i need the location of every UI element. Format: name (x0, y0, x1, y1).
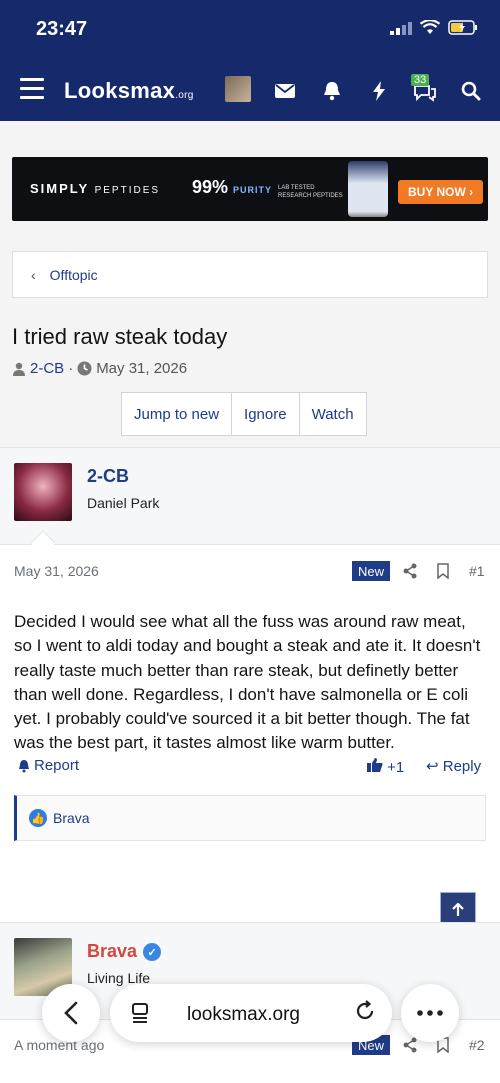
envelope-icon[interactable] (273, 79, 297, 103)
menu-icon[interactable] (20, 78, 44, 100)
reactions-bar[interactable]: 👍 Brava (14, 795, 486, 841)
search-icon[interactable] (459, 79, 483, 103)
like-reaction-icon: 👍 (29, 809, 47, 827)
more-dots-icon (417, 1010, 443, 1016)
jump-to-new-button[interactable]: Jump to new (122, 393, 233, 435)
alerts-badge: 33 (411, 74, 430, 86)
like-count: +1 (387, 759, 405, 776)
post-username[interactable]: Brava ✓ (87, 941, 162, 962)
thread-action-buttons: Jump to new Ignore Watch (121, 392, 367, 436)
meta-separator: · (68, 360, 74, 377)
post-1: 2-CB Daniel Park May 31, 2026 New #1 Dec… (0, 447, 500, 922)
report-label: Report (34, 757, 80, 774)
buy-now-button[interactable]: BUY NOW › (398, 180, 484, 204)
thread-date: May 31, 2026 (96, 360, 188, 377)
post-user-title: Daniel Park (87, 495, 160, 511)
new-badge: New (352, 561, 391, 581)
like-button[interactable]: +1 (367, 757, 404, 776)
reply-arrow-icon: ↩ (426, 758, 439, 775)
more-options-button[interactable] (401, 984, 459, 1042)
reply-button[interactable]: ↩ Reply (426, 757, 481, 775)
signal-icon (390, 21, 412, 35)
chevron-left-icon: ‹ (31, 266, 36, 283)
reload-icon[interactable] (354, 1000, 376, 1022)
breadcrumb[interactable]: ‹ Offtopic (12, 251, 488, 298)
watch-button[interactable]: Watch (300, 393, 366, 435)
thread-author[interactable]: 2-CB (30, 360, 64, 377)
report-button[interactable]: Report (18, 757, 79, 774)
url-text[interactable]: looksmax.org (187, 1004, 300, 1026)
ignore-button[interactable]: Ignore (232, 393, 300, 435)
bell-icon (19, 759, 29, 772)
post-date[interactable]: May 31, 2026 (14, 563, 99, 579)
banner-purity: 99% PURITY (192, 177, 273, 197)
banner-brand: SIMPLY PEPTIDES (30, 181, 161, 196)
post-number[interactable]: #1 (469, 563, 485, 579)
product-bottle-image (348, 161, 388, 217)
reaction-user[interactable]: Brava (53, 810, 90, 826)
banner-lab-text: LAB TESTED RESEARCH PEPTIDES (278, 185, 343, 199)
chevron-left-icon (64, 1001, 78, 1025)
breadcrumb-link[interactable]: Offtopic (50, 267, 98, 283)
arrow-up-icon (452, 903, 464, 916)
clock-icon (77, 361, 92, 376)
verified-badge-icon: ✓ (143, 943, 162, 962)
user-avatar[interactable] (225, 76, 251, 102)
author-avatar[interactable] (14, 463, 72, 521)
page-menu-icon[interactable] (130, 1002, 150, 1024)
status-time: 23:47 (36, 18, 88, 40)
status-icons (390, 20, 478, 35)
thread-meta: 2-CB · May 31, 2026 (12, 360, 187, 377)
address-bar[interactable]: looksmax.org (110, 984, 392, 1042)
share-icon[interactable] (402, 563, 418, 579)
bookmark-icon[interactable] (437, 563, 449, 579)
post-author-header: 2-CB Daniel Park (0, 448, 500, 545)
back-button[interactable] (42, 984, 100, 1042)
navbar: Looksmax.org (0, 60, 500, 121)
bell-icon[interactable] (320, 79, 344, 103)
thumbs-up-icon (367, 758, 383, 772)
lightning-icon[interactable] (367, 79, 391, 103)
reply-label: Reply (442, 758, 482, 775)
browser-toolbar: looksmax.org (0, 980, 500, 1052)
site-logo[interactable]: Looksmax.org (64, 78, 194, 104)
user-icon (13, 362, 25, 376)
status-bar: 23:47 (0, 0, 500, 60)
post-body: Decided I would see what all the fuss wa… (14, 612, 481, 753)
ad-banner[interactable]: SIMPLY PEPTIDES 99% PURITY LAB TESTED RES… (12, 157, 488, 221)
thread-title: I tried raw steak today (12, 324, 228, 349)
wifi-icon (420, 20, 440, 34)
post-username[interactable]: 2-CB (87, 466, 129, 487)
battery-icon (448, 20, 477, 35)
